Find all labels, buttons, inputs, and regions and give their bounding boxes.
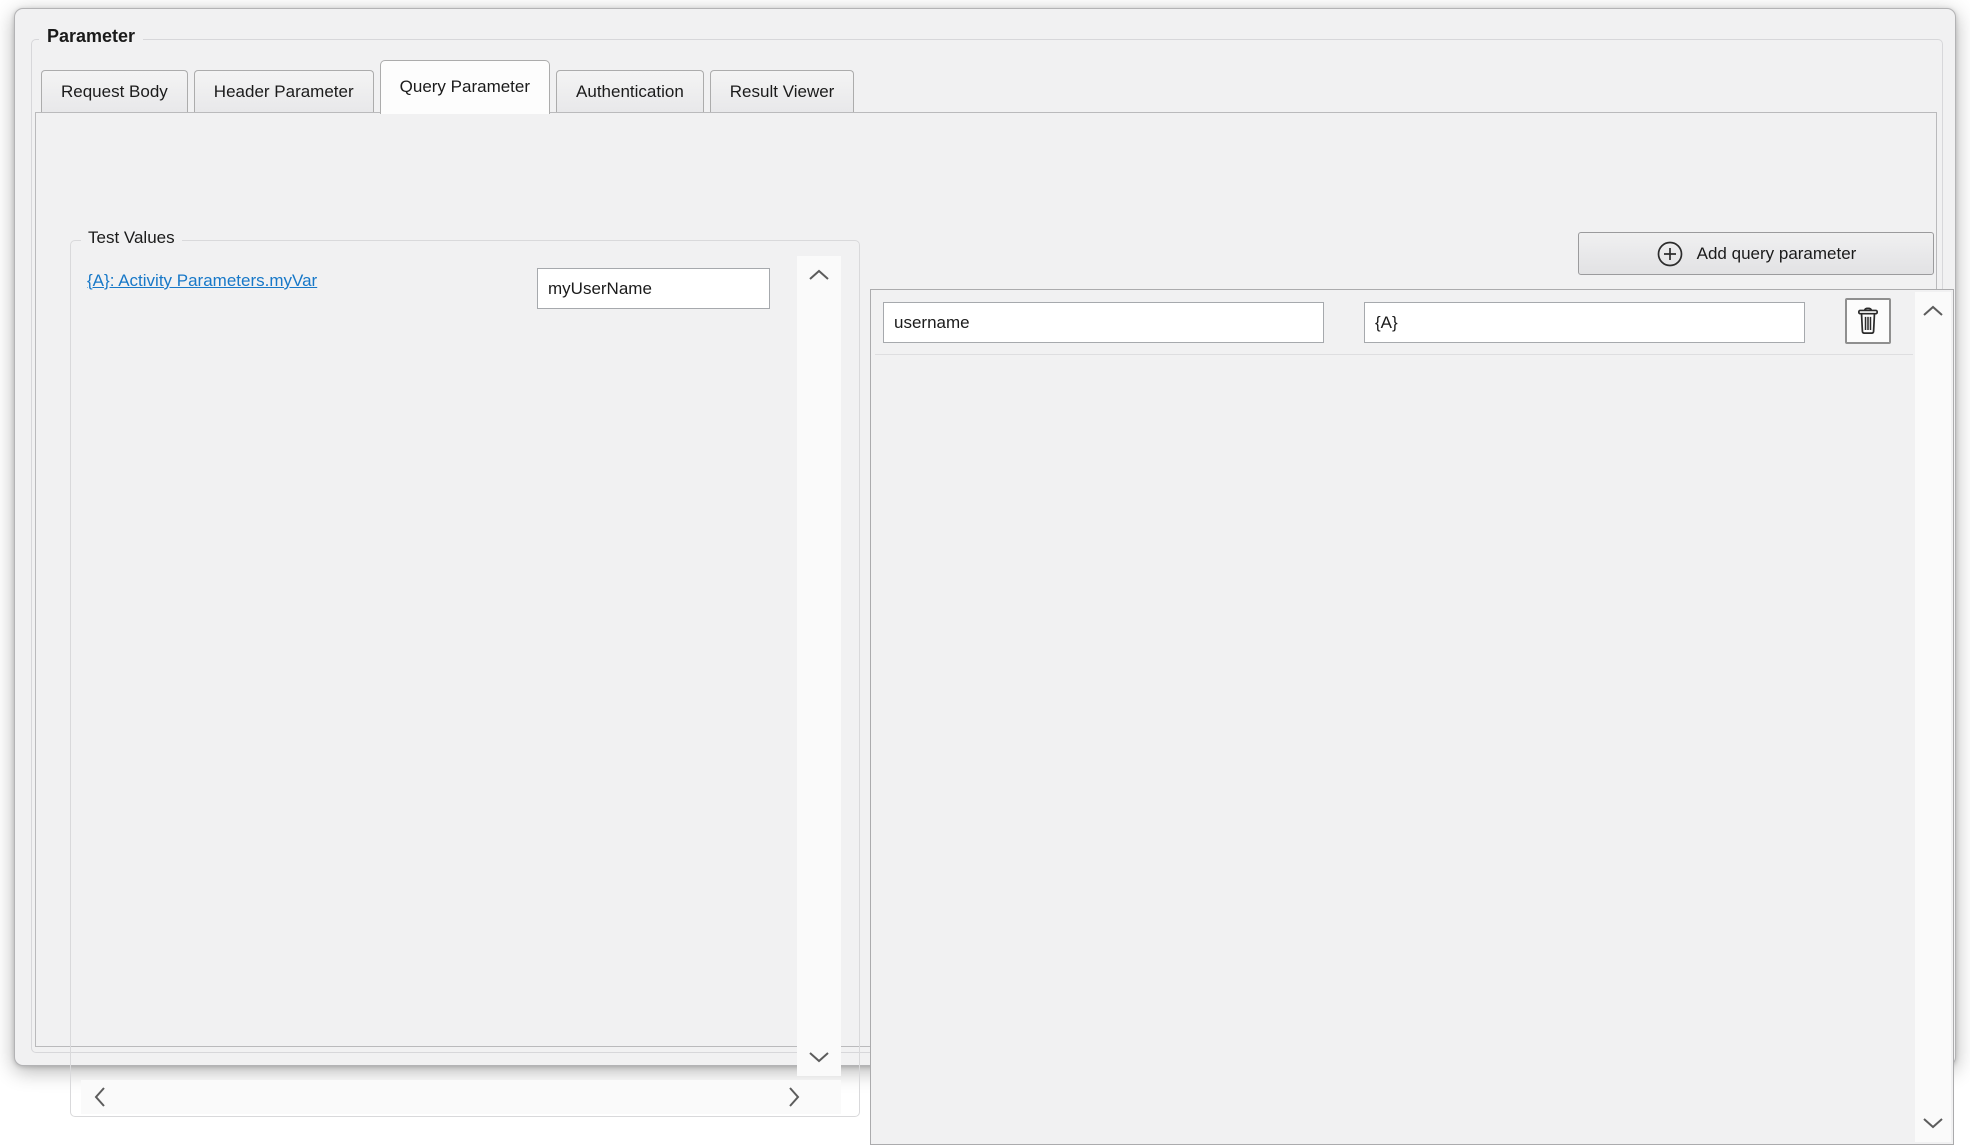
add-query-parameter-label: Add query parameter — [1697, 244, 1857, 264]
scroll-up-button[interactable] — [797, 264, 841, 286]
test-values-groupbox: Test Values {A}: Activity Parameters.myV… — [70, 240, 860, 1117]
tab-label: Query Parameter — [400, 77, 530, 97]
tab-authentication[interactable]: Authentication — [556, 70, 704, 112]
parameter-tabbar: Request Body Header Parameter Query Para… — [41, 59, 860, 112]
query-parameter-row — [871, 290, 1953, 354]
parameter-name-input[interactable] — [883, 302, 1324, 343]
tab-label: Result Viewer — [730, 82, 835, 102]
trash-icon — [1855, 307, 1881, 335]
parameter-list-vertical-scrollbar[interactable] — [1915, 292, 1951, 1142]
chevron-right-icon — [788, 1086, 800, 1108]
chevron-down-icon — [808, 1051, 830, 1063]
scroll-down-button[interactable] — [1915, 1112, 1951, 1134]
test-value-input[interactable] — [537, 268, 770, 309]
query-parameter-list-panel — [870, 289, 1954, 1145]
test-values-horizontal-scrollbar[interactable] — [81, 1080, 841, 1114]
tab-label: Authentication — [576, 82, 684, 102]
chevron-up-icon — [808, 269, 830, 281]
delete-parameter-button[interactable] — [1845, 298, 1891, 344]
scroll-down-button[interactable] — [797, 1046, 841, 1068]
parameter-value-input[interactable] — [1364, 302, 1805, 343]
parameter-window: Parameter Request Body Header Parameter … — [14, 8, 1956, 1066]
tab-label: Request Body — [61, 82, 168, 102]
scroll-left-button[interactable] — [89, 1080, 111, 1114]
chevron-down-icon — [1922, 1117, 1944, 1129]
chevron-up-icon — [1922, 305, 1944, 317]
tab-header-parameter[interactable]: Header Parameter — [194, 70, 374, 112]
add-query-parameter-button[interactable]: Add query parameter — [1578, 232, 1934, 275]
tab-request-body[interactable]: Request Body — [41, 70, 188, 112]
test-values-vertical-scrollbar[interactable] — [797, 256, 841, 1076]
tab-label: Header Parameter — [214, 82, 354, 102]
activity-parameter-link[interactable]: {A}: Activity Parameters.myVar — [87, 271, 317, 291]
scroll-right-button[interactable] — [783, 1080, 805, 1114]
test-values-legend: Test Values — [81, 228, 182, 248]
query-parameter-tab-content: Test Values {A}: Activity Parameters.myV… — [35, 112, 1937, 1047]
plus-circle-icon — [1656, 240, 1684, 268]
scroll-up-button[interactable] — [1915, 300, 1951, 322]
tab-result-viewer[interactable]: Result Viewer — [710, 70, 855, 112]
row-separator — [875, 354, 1913, 355]
tab-query-parameter[interactable]: Query Parameter — [380, 60, 550, 114]
parameter-groupbox-label: Parameter — [39, 26, 143, 47]
chevron-left-icon — [94, 1086, 106, 1108]
